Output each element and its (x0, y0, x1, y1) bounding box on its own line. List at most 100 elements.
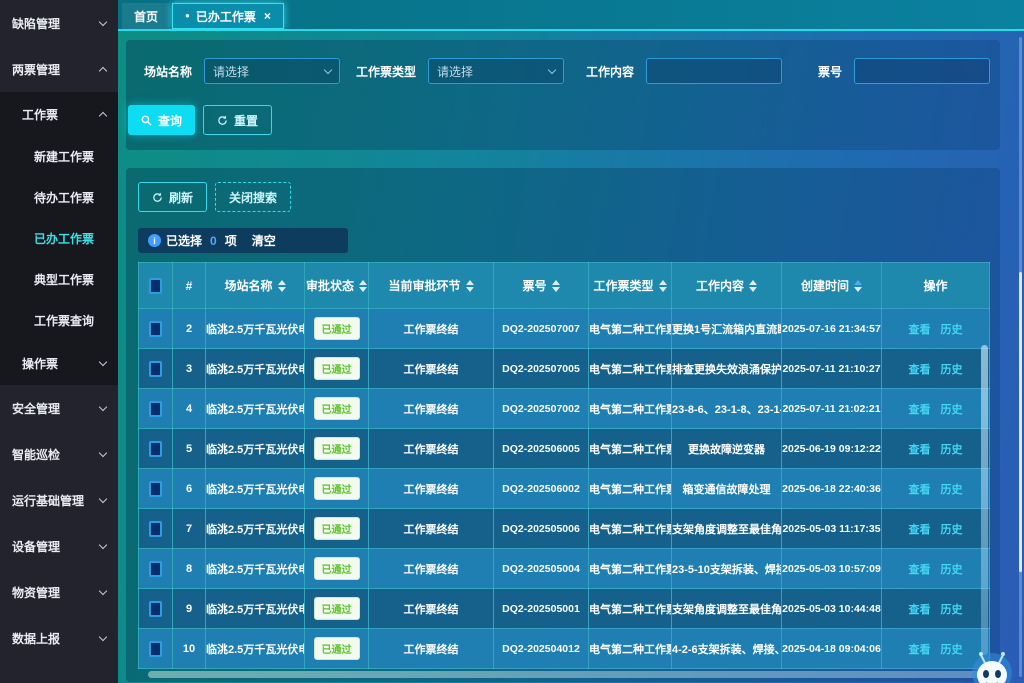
sidebar-item-缺陷管理[interactable]: 缺陷管理 (0, 0, 118, 46)
row-checkbox[interactable] (149, 521, 162, 537)
ticket-type-cell: 电气第二种工作票 (589, 349, 672, 389)
view-link[interactable]: 查看 (909, 604, 931, 616)
sidebar-item-label: 已办工作票 (34, 230, 94, 247)
reset-button[interactable]: 重置 (203, 105, 272, 135)
assistant-robot-icon[interactable] (966, 643, 1018, 683)
sidebar-item-label: 运行基础管理 (12, 492, 84, 509)
approval-step-cell: 工作票终结 (369, 549, 494, 589)
select-all-checkbox[interactable] (149, 278, 162, 294)
sidebar-item-两票管理[interactable]: 两票管理 (0, 46, 118, 92)
row-checkbox[interactable] (149, 441, 162, 457)
sidebar-item-设备管理[interactable]: 设备管理 (0, 523, 118, 569)
sidebar-item-工作票[interactable]: 工作票 (0, 92, 118, 136)
row-index: 3 (173, 349, 206, 389)
sidebar-item-工作票查询[interactable]: 工作票查询 (0, 300, 118, 341)
history-link[interactable]: 历史 (941, 524, 963, 536)
approval-step-cell: 工作票终结 (369, 309, 494, 349)
sort-icon[interactable] (749, 280, 757, 292)
sort-icon[interactable] (359, 280, 367, 292)
view-link[interactable]: 查看 (909, 644, 931, 656)
approval-step-cell: 工作票终结 (369, 509, 494, 549)
view-link[interactable]: 查看 (909, 524, 931, 536)
table-row: 10临洮2.5万千瓦光伏电...已通过工作票终结DQ2-202504012电气第… (139, 629, 990, 669)
created-time-cell: 2025-05-03 10:57:09 (782, 549, 882, 589)
work-content-input[interactable] (646, 58, 782, 84)
sort-icon[interactable] (659, 280, 667, 292)
close-search-button[interactable]: 关闭搜索 (215, 182, 291, 212)
row-checkbox[interactable] (149, 561, 162, 577)
sidebar-item-智能巡检[interactable]: 智能巡检 (0, 431, 118, 477)
history-link[interactable]: 历史 (941, 604, 963, 616)
page-scrollbar-thumb[interactable] (1019, 272, 1022, 572)
actions-cell: 查看历史 (882, 469, 990, 509)
ticket-type-cell: 电气第二种工作票 (589, 429, 672, 469)
column-header-操作: 操作 (882, 263, 990, 309)
ticket-no-cell: DQ2-202505001 (494, 589, 589, 629)
filter-buttons: 查询 重置 (126, 105, 1000, 135)
history-link[interactable]: 历史 (941, 444, 963, 456)
view-link[interactable]: 查看 (909, 404, 931, 416)
work-content-cell: 23-8-6、23-1-8、23-1-9... (672, 389, 782, 429)
sidebar-item-典型工作票[interactable]: 典型工作票 (0, 259, 118, 300)
table-horizontal-scrollbar[interactable] (148, 671, 990, 678)
status-badge: 已通过 (314, 317, 360, 340)
sort-icon[interactable] (552, 280, 560, 292)
tab-首页[interactable]: 首页 (122, 3, 170, 29)
row-checkbox[interactable] (149, 481, 162, 497)
ticket-type-select[interactable]: 请选择 (428, 58, 564, 84)
station-name-select[interactable]: 请选择 (204, 58, 340, 84)
row-checkbox-cell (139, 629, 173, 669)
history-link[interactable]: 历史 (941, 404, 963, 416)
sort-icon[interactable] (278, 280, 286, 292)
history-link[interactable]: 历史 (941, 564, 963, 576)
table-vertical-scrollbar[interactable] (981, 345, 988, 655)
view-link[interactable]: 查看 (909, 564, 931, 576)
work-content-cell: 23-5-10支架拆装、焊接... (672, 549, 782, 589)
sidebar-item-物资管理[interactable]: 物资管理 (0, 569, 118, 615)
history-link[interactable]: 历史 (941, 484, 963, 496)
column-header-审批状态: 审批状态 (305, 263, 369, 309)
history-link[interactable]: 历史 (941, 324, 963, 336)
view-link[interactable]: 查看 (909, 324, 931, 336)
close-icon[interactable]: × (264, 9, 271, 23)
sidebar-item-label: 典型工作票 (34, 271, 94, 288)
sidebar-item-安全管理[interactable]: 安全管理 (0, 385, 118, 431)
row-index: 5 (173, 429, 206, 469)
row-checkbox[interactable] (149, 321, 162, 337)
history-link[interactable]: 历史 (941, 644, 963, 656)
created-time-cell: 2025-06-18 22:40:36 (782, 469, 882, 509)
sidebar-item-已办工作票[interactable]: 已办工作票 (0, 218, 118, 259)
sidebar-item-数据上报[interactable]: 数据上报 (0, 615, 118, 661)
sort-icon[interactable] (466, 280, 474, 292)
sort-icon[interactable] (854, 280, 862, 292)
view-link[interactable]: 查看 (909, 444, 931, 456)
sidebar-item-运行基础管理[interactable]: 运行基础管理 (0, 477, 118, 523)
table-row: 4临洮2.5万千瓦光伏电...已通过工作票终结DQ2-202507002电气第二… (139, 389, 990, 429)
page-vertical-scrollbar[interactable] (1019, 37, 1022, 677)
sidebar-item-待办工作票[interactable]: 待办工作票 (0, 177, 118, 218)
created-time-cell: 2025-07-16 21:34:57 (782, 309, 882, 349)
history-link[interactable]: 历史 (941, 364, 963, 376)
view-link[interactable]: 查看 (909, 484, 931, 496)
filter-panel: 场站名称 请选择 工作票类型 请选择 工作内容 票号 (126, 40, 1000, 150)
ticket-type-label: 工作票类型 (356, 63, 416, 80)
sidebar-item-新建工作票[interactable]: 新建工作票 (0, 136, 118, 177)
row-checkbox[interactable] (149, 601, 162, 617)
sidebar-item-操作票[interactable]: 操作票 (0, 341, 118, 385)
search-button[interactable]: 查询 (128, 105, 195, 135)
work-content-label: 工作内容 (586, 63, 634, 80)
ticket-type-cell: 电气第二种工作票 (589, 509, 672, 549)
refresh-button[interactable]: 刷新 (138, 182, 207, 212)
ticket-no-cell: DQ2-202506005 (494, 429, 589, 469)
ticket-no-input[interactable] (854, 58, 990, 84)
selection-bar: i 已选择0项 清空 (138, 228, 348, 253)
view-link[interactable]: 查看 (909, 364, 931, 376)
row-checkbox[interactable] (149, 401, 162, 417)
ticket-type-cell: 电气第二种工作票 (589, 309, 672, 349)
station-name-cell: 临洮2.5万千瓦光伏电... (206, 309, 305, 349)
tab-已办工作票[interactable]: ●已办工作票× (172, 3, 284, 29)
row-checkbox[interactable] (149, 361, 162, 377)
clear-selection-link[interactable]: 清空 (252, 232, 276, 249)
row-checkbox[interactable] (149, 641, 162, 657)
approval-status-cell: 已通过 (305, 509, 369, 549)
